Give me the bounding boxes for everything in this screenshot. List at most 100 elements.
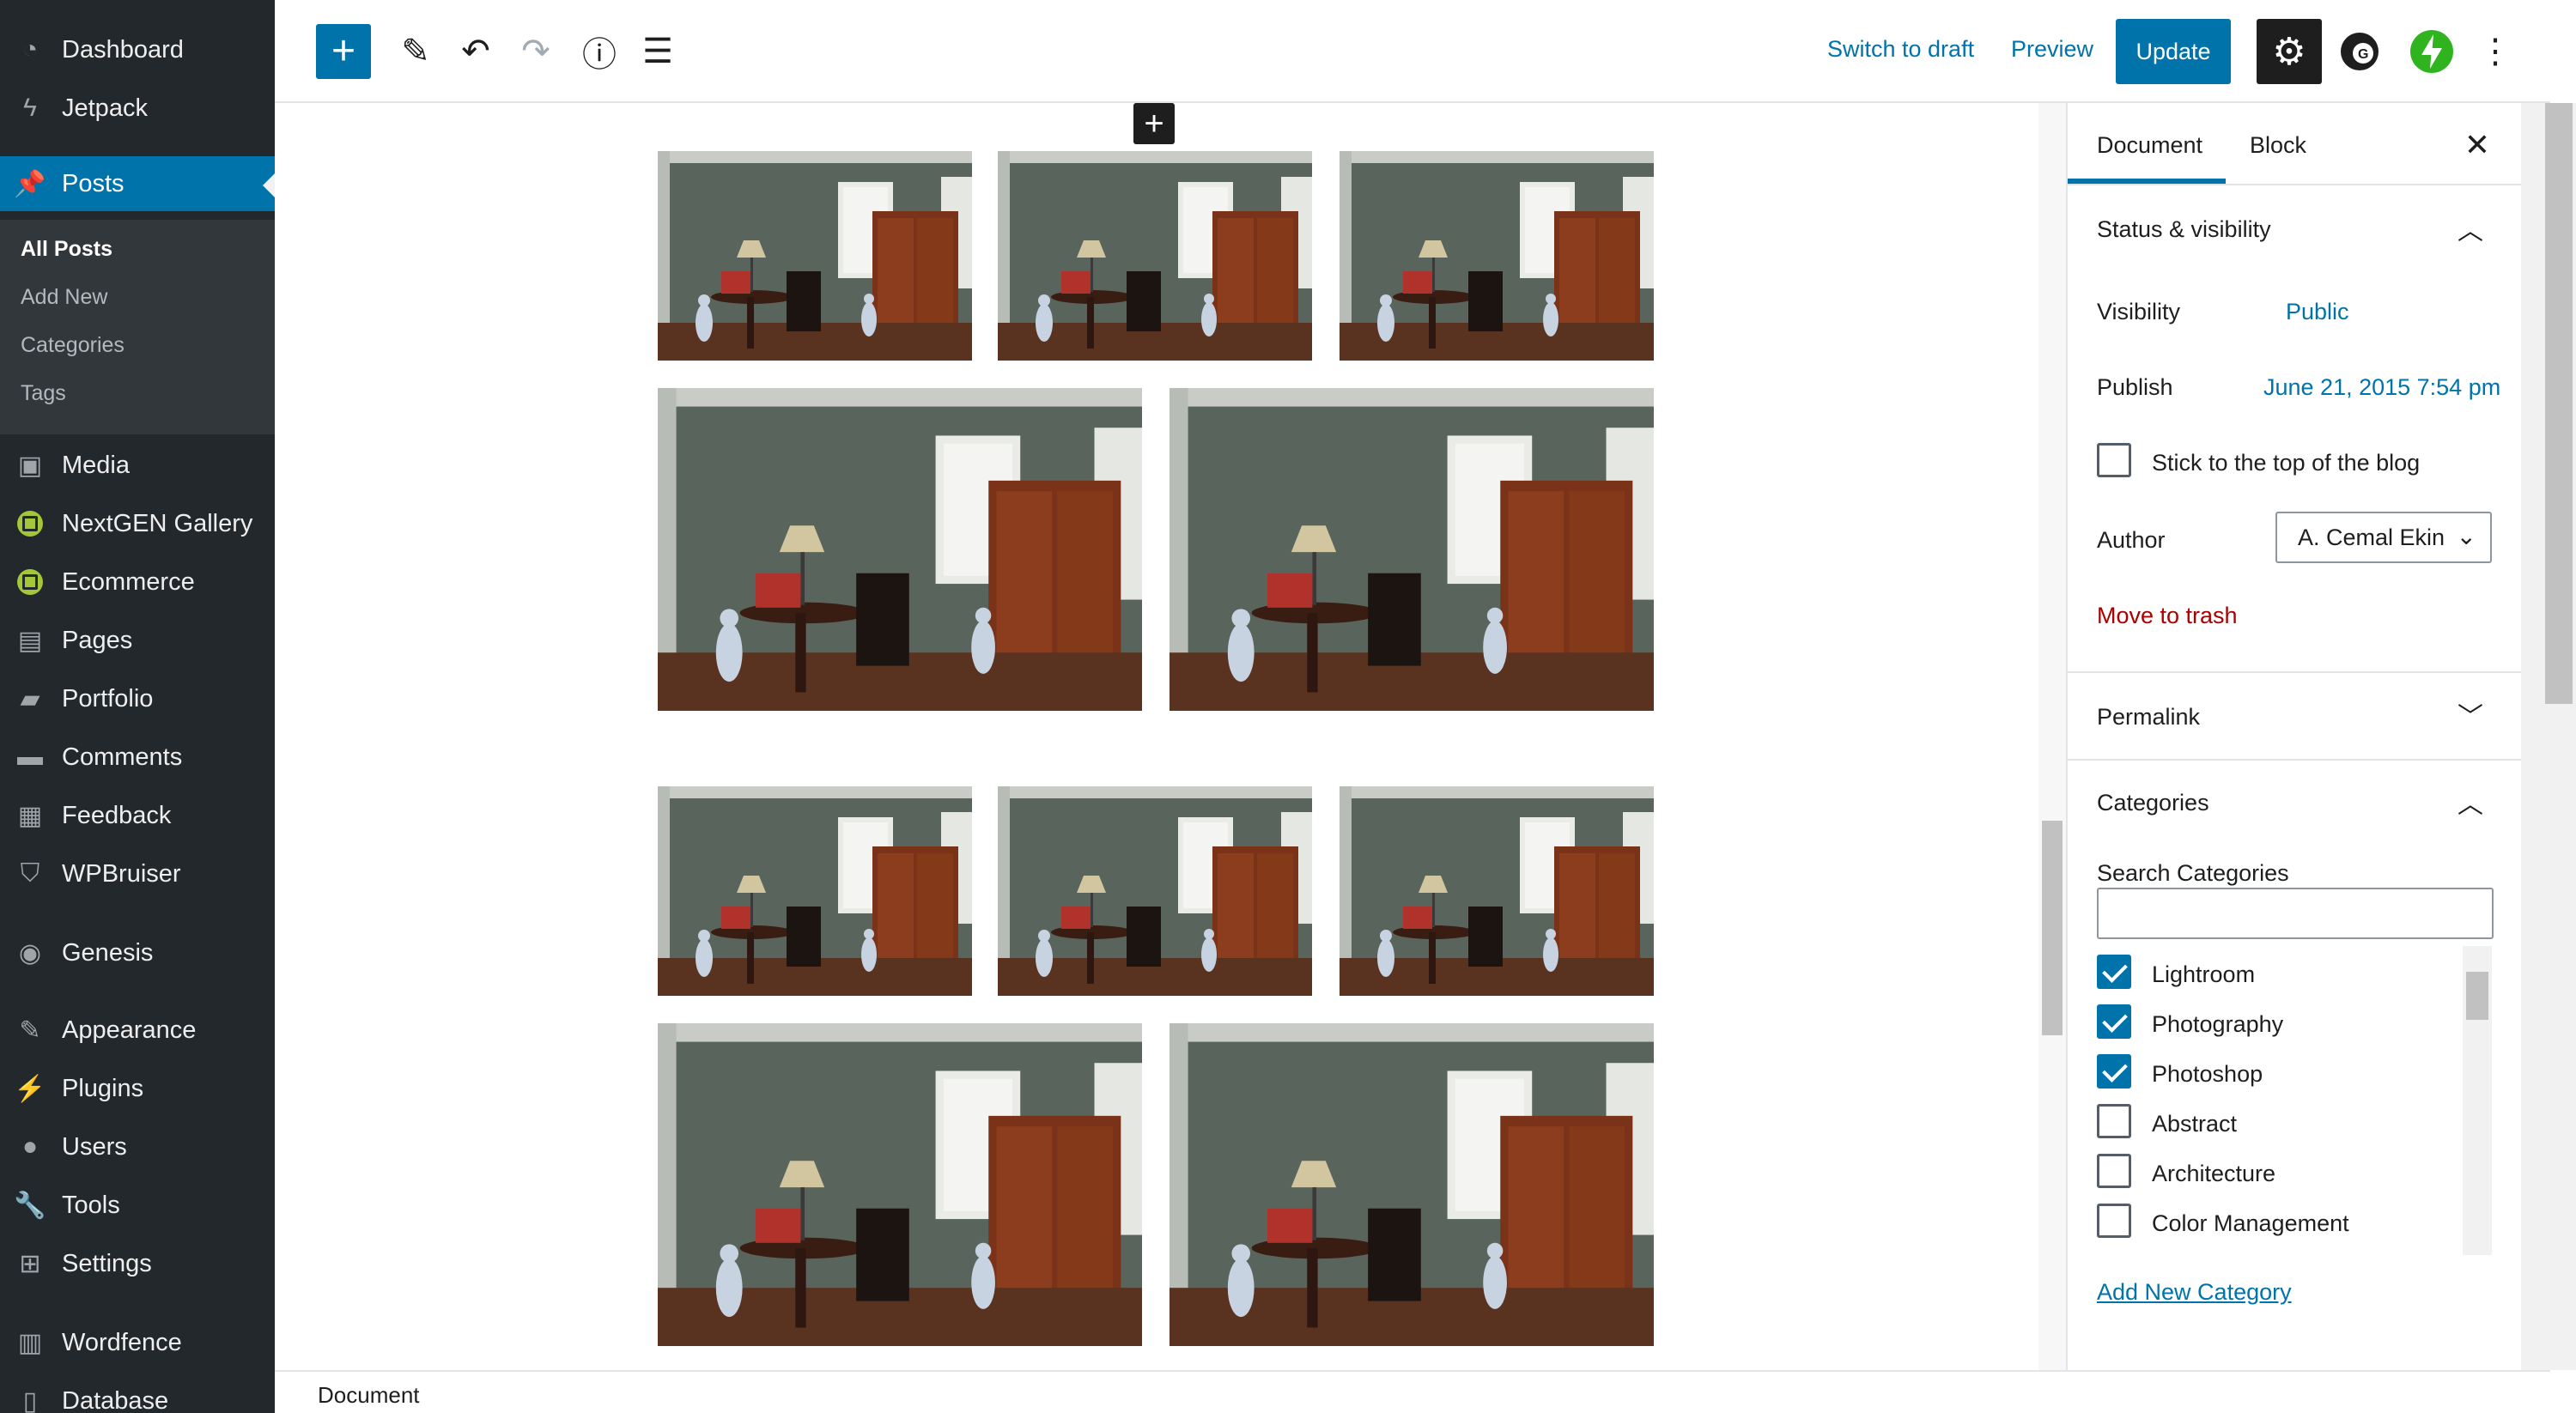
scrollbar-thumb[interactable] (2545, 103, 2573, 704)
canvas-scrollbar[interactable] (2038, 103, 2066, 1370)
sidebar-item-database[interactable]: ▯ Database (0, 1374, 275, 1413)
jetpack-icon[interactable] (2404, 24, 2459, 79)
gallery-image[interactable] (658, 1023, 1142, 1346)
gallery-image[interactable] (658, 388, 1142, 711)
sidebar-item-label: Dashboard (62, 35, 184, 64)
publish-date[interactable]: June 21, 2015 7:54 pm (2263, 374, 2500, 401)
panel-scrollbar[interactable] (2521, 103, 2576, 1370)
submenu-tags[interactable]: Tags (21, 381, 66, 406)
sidebar-item-users[interactable]: ● Users (0, 1119, 275, 1174)
preview-button[interactable]: Preview (2011, 36, 2093, 63)
chevron-down-icon[interactable]: ﹀ (2458, 695, 2483, 733)
svg-text:G: G (2358, 47, 2368, 62)
edit-pencil-icon[interactable]: ✎ (392, 27, 440, 76)
sidebar-item-feedback[interactable]: ▦ Feedback (0, 788, 275, 843)
media-icon: ▣ (17, 451, 43, 480)
category-checkbox[interactable] (2097, 1154, 2131, 1188)
category-checkbox[interactable] (2097, 1004, 2131, 1039)
category-list-scrollbar[interactable] (2463, 946, 2492, 1255)
gallery-image[interactable] (1340, 151, 1654, 361)
gallery-image[interactable] (658, 786, 972, 996)
breadcrumb-document[interactable]: Document (318, 1382, 420, 1409)
sticky-label: Stick to the top of the blog (2152, 450, 2421, 476)
search-categories-input[interactable] (2097, 888, 2494, 939)
categories-heading[interactable]: Categories (2097, 790, 2209, 816)
tab-block[interactable]: Block (2250, 132, 2306, 159)
chevron-up-icon[interactable]: ︿ (2458, 209, 2483, 247)
visibility-value[interactable]: Public (2286, 299, 2349, 325)
genesis-seo-icon[interactable]: G (2332, 24, 2387, 79)
close-icon[interactable]: ✕ (2464, 127, 2490, 163)
comment-icon: ▬ (17, 743, 43, 771)
sidebar-item-pages[interactable]: ▤ Pages (0, 613, 275, 668)
chevron-up-icon[interactable]: ︿ (2458, 783, 2483, 821)
sidebar-item-comments[interactable]: ▬ Comments (0, 730, 275, 785)
scrollbar-thumb[interactable] (2466, 972, 2488, 1020)
editor-canvas[interactable]: + (275, 103, 2038, 1370)
block-navigation-icon[interactable]: ☰ (634, 27, 682, 76)
sidebar-item-label: Jetpack (62, 94, 148, 122)
sticky-checkbox[interactable] (2097, 443, 2131, 477)
folder-icon: ▰ (20, 684, 40, 713)
sidebar-item-media[interactable]: ▣ Media (0, 438, 275, 493)
more-options-icon[interactable]: ⋮ (2471, 27, 2519, 76)
gallery-image[interactable] (1170, 388, 1654, 711)
update-button[interactable]: Update (2116, 19, 2231, 84)
redo-icon[interactable]: ↷ (512, 27, 560, 76)
pages-icon: ▤ (17, 626, 43, 655)
insert-block-icon[interactable]: + (1133, 103, 1175, 144)
sidebar-item-jetpack[interactable]: ϟ Jetpack (0, 81, 275, 136)
submenu-categories[interactable]: Categories (21, 333, 125, 358)
gallery-image[interactable] (998, 151, 1312, 361)
tab-document[interactable]: Document (2097, 132, 2202, 159)
sidebar-item-wordfence[interactable]: ▥ Wordfence (0, 1315, 275, 1370)
settings-gear-icon[interactable]: ⚙ (2257, 19, 2322, 84)
author-select[interactable]: A. Cemal Ekin ⌄ (2275, 512, 2492, 563)
category-checkbox[interactable] (2097, 1204, 2131, 1238)
category-checkbox[interactable] (2097, 1054, 2131, 1089)
gallery-image[interactable] (998, 786, 1312, 996)
sidebar-item-label: Wordfence (62, 1328, 182, 1356)
sidebar-item-plugins[interactable]: ⚡ Plugins (0, 1061, 275, 1116)
category-label: Abstract (2152, 1111, 2238, 1137)
sidebar-item-tools[interactable]: 🔧 Tools (0, 1178, 275, 1233)
sidebar-item-label: Appearance (62, 1016, 197, 1044)
sidebar-item-ecommerce[interactable]: Ecommerce (0, 555, 275, 609)
sidebar-item-appearance[interactable]: ✎ Appearance (0, 1003, 275, 1058)
info-icon[interactable]: ⓘ (575, 27, 623, 76)
category-label: Lightroom (2152, 961, 2256, 987)
switch-to-draft-button[interactable]: Switch to draft (1827, 36, 1974, 63)
permalink-heading[interactable]: Permalink (2097, 704, 2200, 731)
submenu-all-posts[interactable]: All Posts (21, 237, 112, 262)
sidebar-item-posts[interactable]: 📌 Posts (0, 156, 275, 211)
active-tab-indicator (2068, 179, 2226, 184)
sidebar-item-label: Genesis (62, 938, 154, 967)
category-checkbox[interactable] (2097, 955, 2131, 989)
category-label: Photography (2152, 1011, 2284, 1037)
pin-icon: 📌 (14, 169, 46, 198)
sidebar-item-wpbruiser[interactable]: ⛉ WPBruiser (0, 846, 275, 901)
status-visibility-heading[interactable]: Status & visibility (2097, 216, 2271, 243)
sidebar-item-dashboard[interactable]: ◔ Dashboard (0, 22, 275, 77)
gallery-image[interactable] (1170, 1023, 1654, 1346)
ecommerce-icon (14, 566, 46, 598)
scrollbar-thumb[interactable] (2042, 821, 2063, 1035)
database-icon: ▯ (22, 1386, 38, 1413)
sidebar-item-label: NextGEN Gallery (62, 509, 253, 537)
user-icon: ● (21, 1132, 39, 1161)
sidebar-item-label: Posts (62, 169, 125, 197)
add-block-button[interactable]: + (316, 24, 371, 79)
undo-icon[interactable]: ↶ (452, 27, 500, 76)
add-new-category-link[interactable]: Add New Category (2097, 1279, 2292, 1306)
sidebar-item-portfolio[interactable]: ▰ Portfolio (0, 671, 275, 726)
category-checkbox[interactable] (2097, 1104, 2131, 1138)
feedback-icon: ▦ (17, 801, 43, 830)
sidebar-item-genesis[interactable]: ◉ Genesis (0, 925, 275, 980)
submenu-add-new[interactable]: Add New (21, 285, 107, 310)
gallery-image[interactable] (1340, 786, 1654, 996)
sidebar-item-settings[interactable]: ⊞ Settings (0, 1236, 275, 1291)
move-to-trash-button[interactable]: Move to trash (2097, 603, 2238, 629)
gallery-image[interactable] (658, 151, 972, 361)
settings-icon: ⊞ (19, 1249, 41, 1278)
sidebar-item-nextgen-gallery[interactable]: NextGEN Gallery (0, 496, 275, 551)
